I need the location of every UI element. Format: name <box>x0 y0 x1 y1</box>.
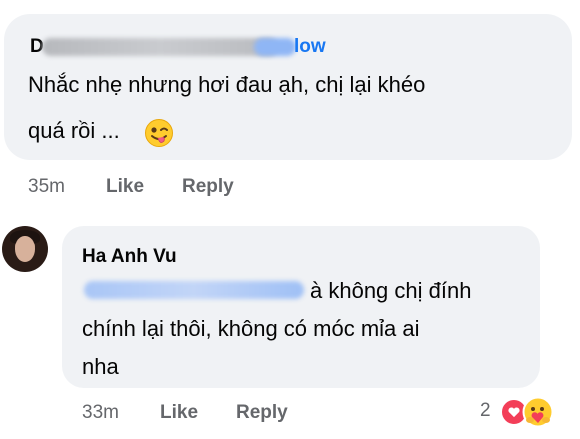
comment-timestamp[interactable]: 33m <box>82 402 119 424</box>
comment-author[interactable]: Ha Anh Vu <box>82 246 177 268</box>
avatar[interactable] <box>2 226 48 272</box>
care-icon <box>522 396 554 428</box>
comment-text-line: quá rồi ... <box>28 118 120 143</box>
reaction-summary[interactable]: 2 <box>474 396 570 428</box>
comment-text-line: Nhắc nhẹ nhưng hơi đau ạh, chị lại khéo <box>28 72 426 97</box>
reply-button[interactable]: Reply <box>236 402 288 424</box>
redacted-author-name <box>42 38 278 56</box>
comment-text-line: chính lại thôi, không có móc mỉa ai <box>82 316 420 341</box>
avatar-face <box>15 236 35 262</box>
comment-text-line: nha <box>82 354 119 379</box>
reply-button[interactable]: Reply <box>182 176 234 198</box>
author-link-suffix[interactable]: low <box>294 36 326 58</box>
like-button[interactable]: Like <box>160 402 198 424</box>
comment-timestamp[interactable]: 35m <box>28 176 65 198</box>
reaction-count: 2 <box>480 400 491 421</box>
winking-face-tongue-icon <box>145 119 173 147</box>
comment-text-line: à không chị đính <box>310 278 472 303</box>
redacted-mention <box>84 281 304 299</box>
like-button[interactable]: Like <box>106 176 144 198</box>
redacted-author-link <box>254 38 296 56</box>
